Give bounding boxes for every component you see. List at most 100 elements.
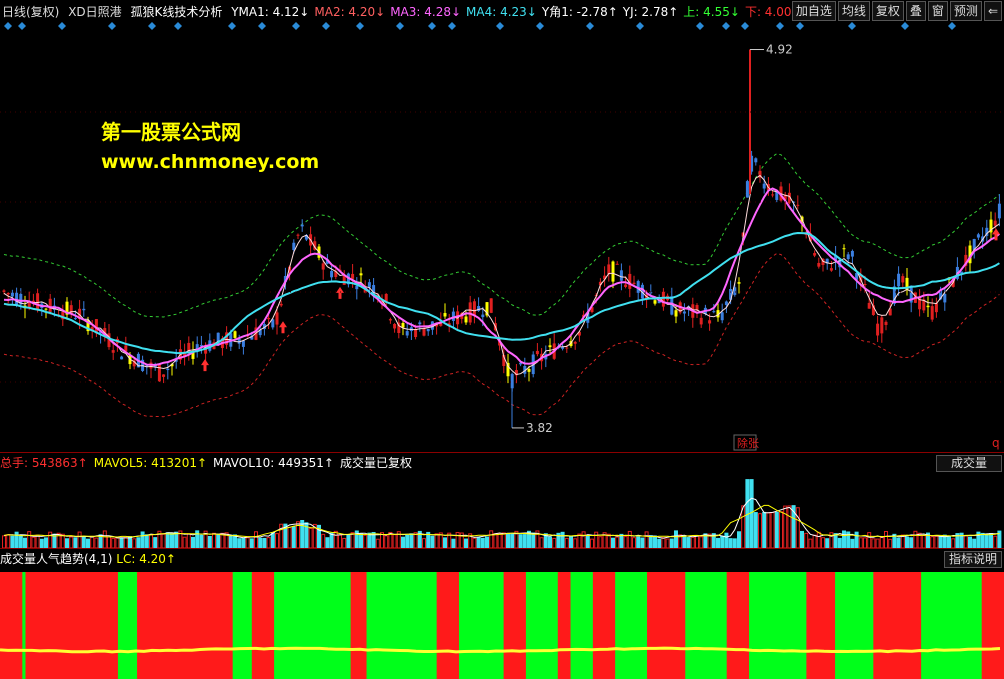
candle-body: [712, 311, 716, 313]
trend-band: [749, 572, 807, 679]
volume-bar: [766, 512, 771, 548]
volume-bar: [241, 537, 246, 548]
candle-body: [901, 276, 905, 283]
volume-button[interactable]: 成交量: [935, 455, 1002, 472]
candle-body: [876, 323, 880, 336]
ma4-line: [3, 231, 1000, 355]
signal-diamond: [18, 22, 26, 30]
candle-body: [632, 282, 636, 285]
candle-body: [611, 261, 615, 282]
volume-bar: [31, 536, 36, 548]
volume-bar: [611, 537, 615, 548]
candle-body: [44, 308, 48, 310]
toolbar-button[interactable]: 窗: [927, 1, 948, 21]
period-label[interactable]: 日线(复权): [2, 5, 59, 19]
volume-bar: [665, 538, 670, 548]
volume-bar: [216, 534, 221, 548]
toolbar-button[interactable]: 加自选: [791, 1, 836, 21]
volume-chart[interactable]: [0, 472, 1004, 548]
volume-bar: [804, 532, 809, 548]
toolbar-button[interactable]: 叠: [905, 1, 926, 21]
candle-body: [619, 270, 623, 281]
buy-arrow: [201, 359, 209, 372]
volume-bar: [325, 537, 330, 548]
volume-bar: [808, 538, 813, 548]
volume-bar: [27, 531, 32, 548]
volume-bar: [720, 535, 725, 548]
volume-bar: [938, 536, 943, 548]
volume-bar: [367, 532, 372, 548]
volume-bar: [858, 537, 863, 548]
candle-body: [880, 317, 884, 334]
volume-bar: [984, 533, 989, 548]
candle-body: [745, 181, 749, 198]
trend-band: [458, 572, 505, 679]
volume-bar: [2, 535, 6, 548]
volume-bar: [896, 537, 901, 548]
signal-diamond: [948, 22, 956, 30]
indicator-title: 成交量人气趋势(4,1): [0, 552, 113, 566]
trend-band: [592, 572, 616, 679]
popularity-trend-chart[interactable]: [0, 570, 1004, 679]
volume-bar: [81, 536, 86, 548]
volume-bar: [144, 534, 149, 548]
volume-bar: [472, 537, 477, 548]
signal-diamond: [396, 22, 404, 30]
toolbar-button[interactable]: 预测: [949, 1, 982, 21]
volume-bar: [413, 532, 418, 548]
volume-bar: [140, 531, 145, 548]
volume-bar: [615, 536, 620, 548]
volume-bar: [506, 533, 510, 548]
candle-body: [674, 310, 678, 317]
trend-band: [557, 572, 572, 679]
volume-bar: [338, 534, 342, 548]
volume-bar: [35, 534, 40, 548]
trend-band: [251, 572, 275, 679]
signal-diamond: [722, 22, 730, 30]
indicator-header: 成交量人气趋势(4,1) LC: 4.20↑: [0, 550, 1004, 568]
volume-bar: [430, 535, 435, 548]
signal-diamond: [448, 22, 456, 30]
candle-body: [724, 301, 728, 305]
lower-band-line: [3, 252, 1000, 418]
toolbar-button[interactable]: 均线: [837, 1, 870, 21]
volume-bar: [548, 536, 552, 548]
candle-body: [863, 284, 867, 286]
low-label: 3.82: [526, 421, 553, 435]
candle-body: [708, 320, 712, 324]
candle-body: [897, 273, 901, 287]
candle-body: [720, 312, 724, 321]
toolbar-button[interactable]: 复权: [871, 1, 904, 21]
volume-bar: [186, 533, 191, 548]
candle-body: [241, 340, 245, 347]
volume-bar: [476, 536, 481, 548]
candle-body: [943, 294, 947, 303]
volume-bar: [199, 534, 204, 548]
volume-readout: 总手: 543863↑: [0, 456, 88, 470]
toolbar-button[interactable]: ⇐: [983, 1, 1002, 21]
candle-body: [661, 291, 665, 307]
volume-bar: [102, 530, 107, 548]
trend-band: [25, 572, 119, 679]
toolbar: 加自选 均线 复权叠窗预测 ⇐: [791, 1, 1002, 21]
candle-body: [267, 317, 271, 320]
volume-bar: [779, 511, 783, 548]
volume-bar: [770, 512, 775, 548]
volume-bar: [989, 533, 993, 548]
volume-bar: [863, 537, 867, 548]
kline-chart[interactable]: 4.92 3.82 除张 q: [0, 22, 1004, 452]
volume-bar: [623, 536, 628, 548]
volume-bar: [657, 538, 662, 548]
volume-bar: [115, 537, 120, 548]
volume-readout: 成交量已复权: [339, 456, 412, 470]
volume-bar: [65, 538, 69, 548]
indicator-help-button[interactable]: 指标说明: [943, 551, 1002, 568]
volume-bar: [837, 537, 842, 548]
candle-body: [296, 234, 300, 236]
signal-diamond: [258, 22, 266, 30]
volume-bar: [501, 532, 506, 548]
candle-body: [548, 345, 552, 348]
volume-bar: [262, 537, 267, 548]
volume-bar: [573, 538, 578, 548]
trend-band: [570, 572, 594, 679]
